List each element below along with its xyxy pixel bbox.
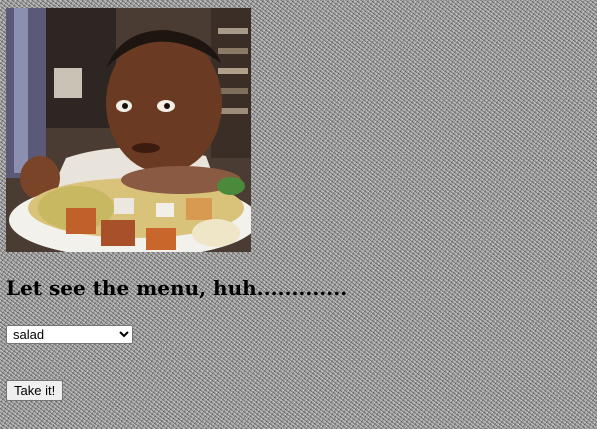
food-photo-illustration: [6, 8, 251, 252]
food-photo: [6, 8, 251, 252]
take-it-button[interactable]: Take it!: [6, 380, 64, 401]
menu-select[interactable]: salad: [6, 325, 133, 344]
page-title: Let see the menu, huh.............: [6, 276, 348, 300]
